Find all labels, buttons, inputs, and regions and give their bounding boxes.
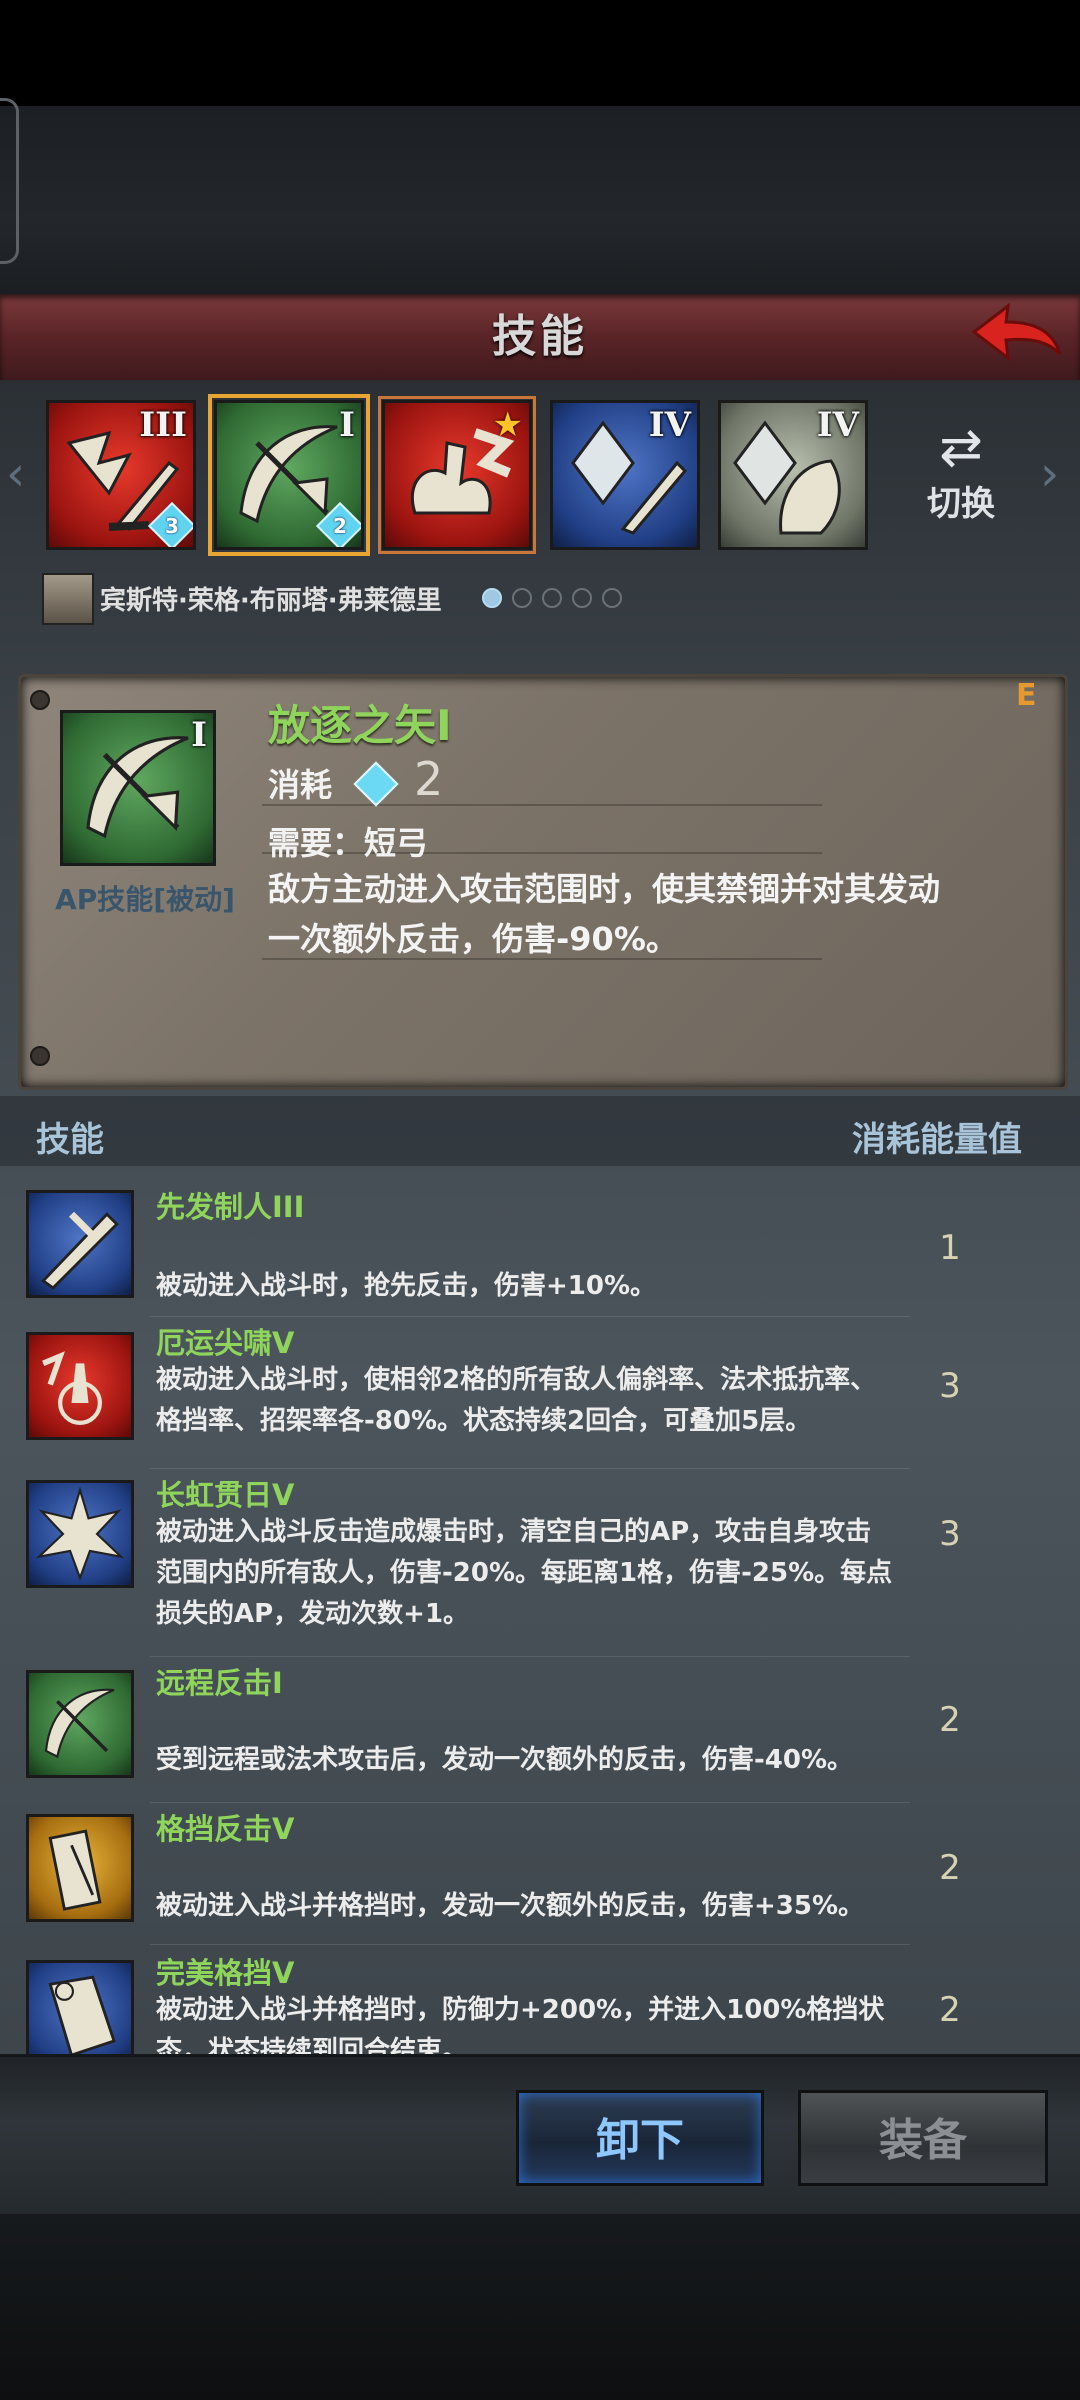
divider (150, 1944, 910, 1945)
star-icon: ★ (492, 405, 523, 445)
character-name: 宾斯特·荣格·布丽塔·弗莱德里 (100, 586, 442, 616)
skill-name: 远程反击I (156, 1666, 283, 1700)
divider (150, 1802, 910, 1803)
rivet (30, 690, 50, 710)
equipped-skill-slot[interactable]: III 3 (46, 400, 196, 550)
grade-badge: E (1016, 678, 1037, 713)
divider (262, 804, 822, 806)
next-arrow-icon[interactable]: › (1040, 446, 1059, 502)
page-dot (572, 588, 592, 608)
skill-level: III (139, 405, 187, 445)
skill-row[interactable]: 格挡反击V 被动进入战斗并格挡时，发动一次额外的反击，伤害+35%。 2 (0, 1806, 1080, 1948)
cost-value: 2 (414, 752, 444, 806)
skill-description: 被动进入战斗时，抢先反击，伤害+10%。 (156, 1271, 657, 1301)
skill-name: 厄运尖啸V (156, 1326, 295, 1360)
unequip-button[interactable]: 卸下 (516, 2090, 764, 2186)
divider (150, 1316, 910, 1317)
skill-list[interactable]: 先发制人III 被动进入战斗时，抢先反击，伤害+10%。 1 厄运尖啸V 被动进… (0, 1176, 1080, 2054)
rainbow-burst-icon (26, 1480, 134, 1588)
skill-description: 受到远程或法术攻击后，发动一次额外的反击，伤害-40%。 (156, 1745, 854, 1775)
skill-description: 被动进入战斗并格挡时，发动一次额外的反击，伤害+35%。 (156, 1891, 865, 1921)
backdrop (0, 106, 1080, 296)
equipped-skill-slot[interactable]: ★ (378, 396, 536, 554)
equipped-skill-slot[interactable]: IV (718, 400, 868, 550)
skill-level: IV (648, 405, 691, 445)
doom-scream-icon (26, 1332, 134, 1440)
skill-cost: 3 (939, 1366, 961, 1406)
page-title: 技能 (492, 311, 588, 362)
skill-name: 放逐之矢I (268, 701, 452, 750)
cost-label: 消耗 (268, 766, 333, 804)
back-button[interactable] (968, 298, 1064, 372)
equipped-skill-slot[interactable]: IV (550, 400, 700, 550)
skill-level: I (191, 715, 207, 755)
skill-cost: 2 (939, 1990, 961, 2030)
bottom-backdrop (0, 2214, 1080, 2400)
avatar (42, 573, 94, 625)
skill-description: 被动进入战斗并格挡时，防御力+200%，并进入100%格挡状态，状态持续到回合结… (156, 1995, 885, 2054)
skill-cost: 1 (939, 1228, 961, 1268)
edge-tab (0, 98, 19, 264)
rivet (30, 1046, 50, 1066)
skill-description: 敌方主动进入攻击范围时，使其禁锢并对其发动一次额外反击，伤害-90%。 (268, 870, 941, 958)
skill-cost: 3 (939, 1514, 961, 1554)
divider (150, 1468, 910, 1469)
swap-arrows-icon: ⇄ (939, 418, 983, 478)
column-skill: 技能 (36, 1120, 104, 1160)
skill-cost: 2 (939, 1700, 961, 1740)
ranged-counter-icon (26, 1670, 134, 1778)
prev-arrow-icon[interactable]: ‹ (6, 446, 25, 502)
skill-row[interactable]: 远程反击I 受到远程或法术攻击后，发动一次额外的反击，伤害-40%。 2 (0, 1660, 1080, 1802)
page-dot (512, 588, 532, 608)
perfect-block-icon (26, 1960, 134, 2054)
divider (150, 1656, 910, 1657)
page-dot-active (482, 588, 502, 608)
status-bar-area (0, 0, 1080, 106)
page-dot (602, 588, 622, 608)
skill-type: AP技能[被动] (55, 883, 235, 916)
skill-row[interactable]: 厄运尖啸V 被动进入战斗时，使相邻2格的所有敌人偏斜率、法术抵抗率、格挡率、招架… (0, 1320, 1080, 1462)
skill-description: 被动进入战斗时，使相邻2格的所有敌人偏斜率、法术抵抗率、格挡率、招架率各-80%… (156, 1365, 877, 1436)
switch-label: 切换 (927, 484, 995, 524)
skill-name: 格挡反击V (156, 1812, 295, 1846)
switch-button[interactable]: ⇄ 切换 (916, 420, 1006, 540)
skill-cost: 2 (939, 1848, 961, 1888)
requirement: 需要：短弓 (268, 824, 429, 862)
skill-name: 长虹贯日V (156, 1478, 295, 1512)
column-cost: 消耗能量值 (852, 1120, 1022, 1160)
skill-name: 完美格挡V (156, 1956, 295, 1990)
equipped-skill-slot-selected[interactable]: I 2 (208, 394, 370, 556)
back-arrow-icon (971, 302, 1062, 362)
detail-skill-icon: I (60, 710, 216, 866)
skill-row[interactable]: 完美格挡V 被动进入战斗并格挡时，防御力+200%，并进入100%格挡状态，状态… (0, 1950, 1080, 2054)
preemptive-strike-icon (26, 1190, 134, 1298)
skill-row[interactable]: 长虹贯日V 被动进入战斗反击造成爆击时，清空自己的AP，攻击自身攻击范围内的所有… (0, 1472, 1080, 1652)
skill-level: IV (816, 405, 859, 445)
skill-row[interactable]: 先发制人III 被动进入战斗时，抢先反击，伤害+10%。 1 (0, 1176, 1080, 1318)
skill-level: I (339, 405, 355, 445)
equip-button[interactable]: 装备 (798, 2090, 1048, 2186)
skill-name: 先发制人III (156, 1190, 305, 1224)
block-counter-icon (26, 1814, 134, 1922)
page-dot (542, 588, 562, 608)
skill-description: 被动进入战斗反击造成爆击时，清空自己的AP，攻击自身攻击范围内的所有敌人，伤害-… (156, 1517, 893, 1629)
